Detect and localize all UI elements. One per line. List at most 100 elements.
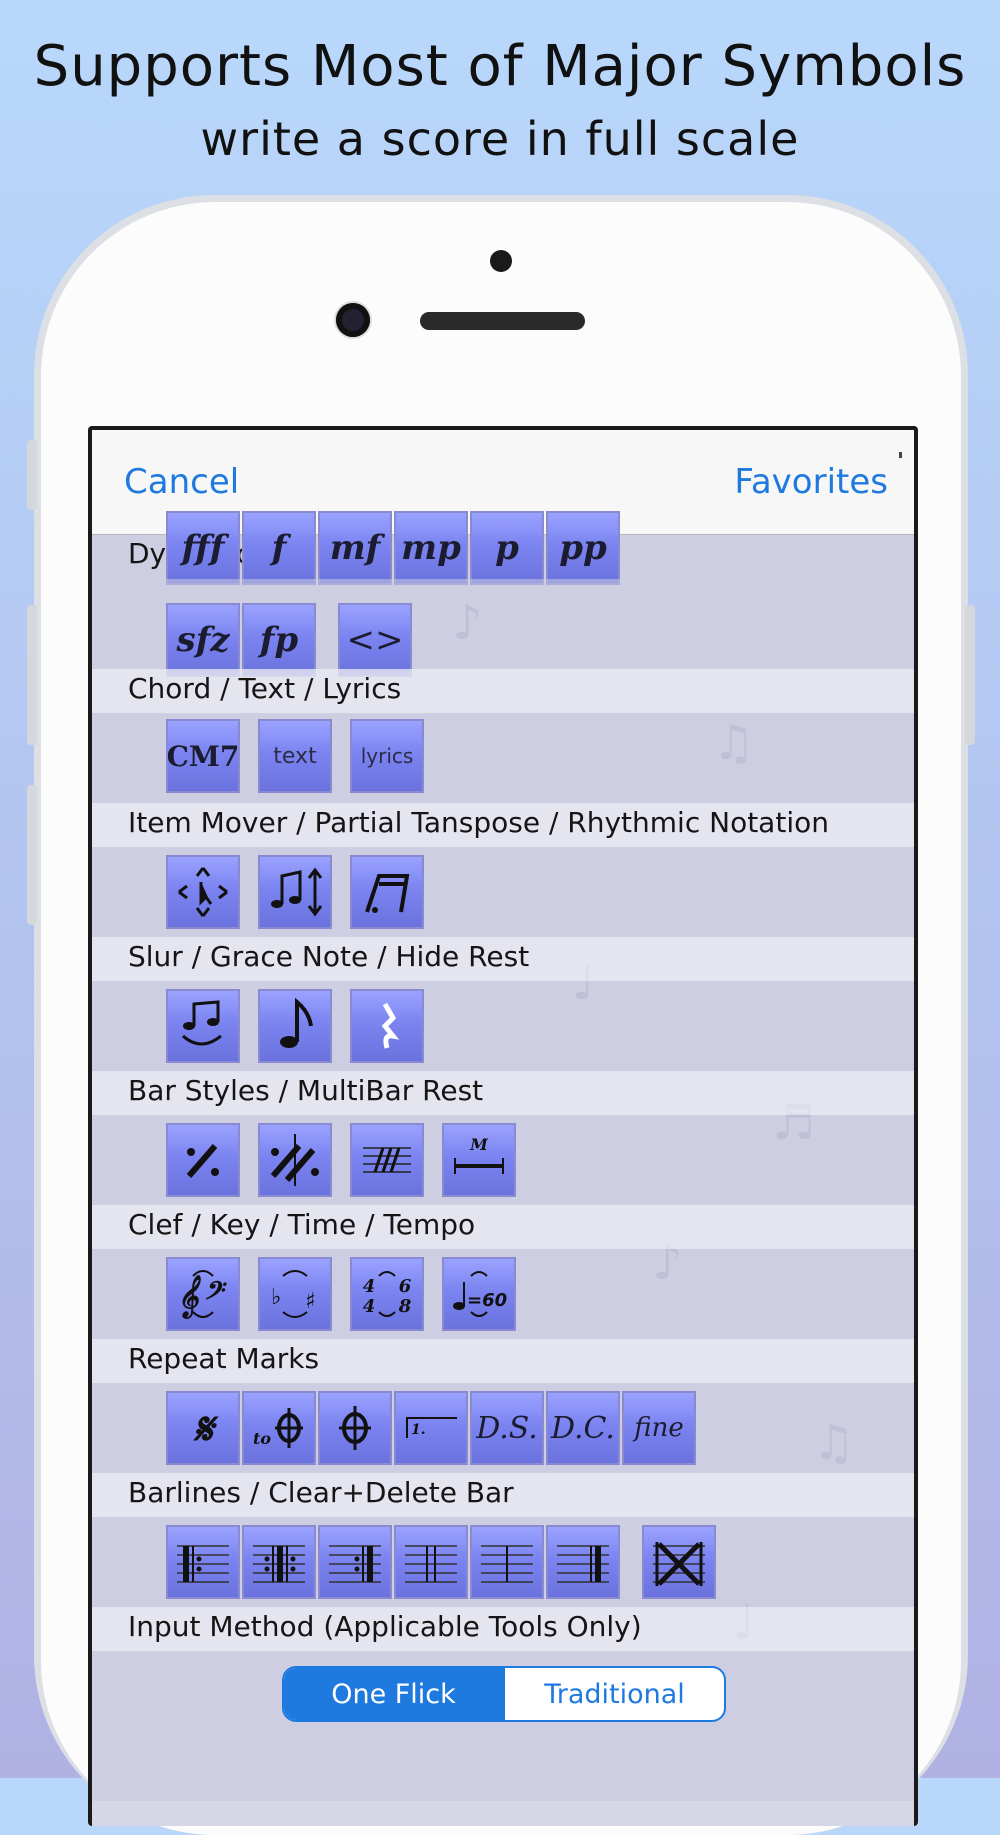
multibar-rest-label: M xyxy=(469,1135,489,1154)
traditional-segment[interactable]: Traditional xyxy=(503,1668,724,1720)
key-signature-button[interactable]: ♭ ♯ xyxy=(258,1257,332,1331)
repeat-start-icon xyxy=(177,1545,229,1583)
one-flick-segment[interactable]: One Flick xyxy=(284,1668,503,1720)
dynamic-pp-button[interactable]: pp xyxy=(546,511,620,585)
slash-bar-button[interactable] xyxy=(350,1123,424,1197)
slur-button[interactable] xyxy=(166,989,240,1063)
volta-label: 1. xyxy=(411,1422,426,1438)
rhythmic-notation-button[interactable] xyxy=(350,855,424,929)
segno-button[interactable]: 𝄋 xyxy=(166,1391,240,1465)
time-sig-b-top: 6 xyxy=(399,1276,412,1297)
favorites-button[interactable]: Favorites xyxy=(734,462,888,502)
time-sig-b-bottom: 8 xyxy=(398,1296,412,1317)
partial-transpose-button[interactable] xyxy=(258,855,332,929)
ds-button[interactable]: D.S. xyxy=(470,1391,544,1465)
section-label-text: Slur / Grace Note / Hide Rest xyxy=(128,940,530,973)
to-coda-label: to xyxy=(253,1429,271,1448)
mute-switch xyxy=(27,440,37,510)
svg-text:𝄢: 𝄢 xyxy=(203,1277,227,1312)
dynamic-mp-button[interactable]: mp xyxy=(394,511,468,585)
fine-button[interactable]: fine xyxy=(622,1391,696,1465)
dynamic-p-button[interactable]: p xyxy=(470,511,544,585)
hide-rest-button[interactable] xyxy=(350,989,424,1063)
grace-note-icon xyxy=(280,997,313,1048)
multibar-rest-button[interactable]: M xyxy=(442,1123,516,1197)
status-mark xyxy=(899,452,902,458)
lyrics-button[interactable]: lyrics xyxy=(350,719,424,793)
time-signature-icon: 4 4 6 8 xyxy=(363,1271,412,1317)
section-label-text: Bar Styles / MultiBar Rest xyxy=(128,1074,484,1107)
trailing-row xyxy=(92,1741,914,1801)
clef-button[interactable]: 𝄞 𝄢 xyxy=(166,1257,240,1331)
app-window: Cancel Favorites ♪ ♫ ♩ ♬ ♪ ♫ ♩ Dynamics … xyxy=(92,430,914,1826)
dynamic-fp-button[interactable]: fp xyxy=(242,603,316,677)
section-label-item-mover: Item Mover / Partial Tanspose / Rhythmic… xyxy=(92,803,914,847)
coda-button[interactable] xyxy=(318,1391,392,1465)
svg-text:♭: ♭ xyxy=(271,1285,281,1310)
to-coda-button[interactable]: to xyxy=(242,1391,316,1465)
single-bar-button[interactable] xyxy=(470,1525,544,1599)
section-label-text: Repeat Marks xyxy=(128,1342,320,1375)
section-label-chord-text-lyrics: Chord / Text / Lyrics xyxy=(92,669,914,713)
key-signature-icon: ♭ ♯ xyxy=(271,1270,316,1318)
phone-screen: Cancel Favorites ♪ ♫ ♩ ♬ ♪ ♫ ♩ Dynamics … xyxy=(88,426,918,1826)
tool-palette: ♪ ♫ ♩ ♬ ♪ ♫ ♩ Dynamics fff f mf mp p pp … xyxy=(92,511,914,1826)
time-sig-a-bottom: 4 xyxy=(363,1296,376,1317)
tempo-icon: =60 xyxy=(453,1271,507,1317)
repeat-both-button[interactable] xyxy=(242,1525,316,1599)
volume-down-button xyxy=(27,785,37,925)
chord-button[interactable]: CM7 xyxy=(166,719,240,793)
dynamic-fff-button[interactable]: fff xyxy=(166,511,240,585)
double-bar-icon xyxy=(405,1545,457,1583)
final-bar-button[interactable] xyxy=(546,1525,620,1599)
power-button xyxy=(965,605,975,745)
repeat-both-icon xyxy=(253,1545,305,1583)
section-label-text: Chord / Text / Lyrics xyxy=(128,672,402,705)
final-bar-icon xyxy=(557,1545,609,1583)
section-label-barlines: Barlines / Clear+Delete Bar xyxy=(92,1473,914,1517)
double-simile-button[interactable] xyxy=(258,1123,332,1197)
partial-transpose-icon xyxy=(271,867,323,917)
dynamic-sfz-button[interactable]: sfz xyxy=(166,603,240,677)
dynamic-mf-button[interactable]: mf xyxy=(318,511,392,585)
cancel-button[interactable]: Cancel xyxy=(124,462,239,502)
dc-button[interactable]: D.C. xyxy=(546,1391,620,1465)
time-sig-a-top: 4 xyxy=(363,1276,376,1297)
volta-icon: 1. xyxy=(406,1417,457,1438)
tempo-button[interactable]: =60 xyxy=(442,1257,516,1331)
svg-text:𝄋: 𝄋 xyxy=(193,1404,220,1455)
single-bar-icon xyxy=(481,1545,533,1583)
input-method-segmented-control: One Flick Traditional xyxy=(282,1666,726,1722)
section-label-bar-styles: Bar Styles / MultiBar Rest xyxy=(92,1071,914,1115)
repeat-end-button[interactable] xyxy=(318,1525,392,1599)
section-label-input-method: Input Method (Applicable Tools Only) xyxy=(92,1607,914,1651)
item-mover-button[interactable] xyxy=(166,855,240,929)
tempo-label: =60 xyxy=(467,1290,507,1311)
repeat-end-icon xyxy=(329,1545,381,1583)
section-label-text: Input Method (Applicable Tools Only) xyxy=(128,1610,642,1643)
clear-delete-bar-icon xyxy=(653,1542,705,1586)
text-button[interactable]: text xyxy=(258,719,332,793)
section-label-text: Item Mover / Partial Tanspose / Rhythmic… xyxy=(128,806,829,839)
dynamic-f-button[interactable]: f xyxy=(242,511,316,585)
item-mover-icon xyxy=(178,867,228,917)
front-camera xyxy=(336,303,370,337)
repeat-start-button[interactable] xyxy=(166,1525,240,1599)
double-simile-icon xyxy=(270,1134,319,1186)
time-signature-button[interactable]: 4 4 6 8 xyxy=(350,1257,424,1331)
simile-button[interactable] xyxy=(166,1123,240,1197)
subheadline: write a score in full scale xyxy=(200,112,800,166)
slur-icon xyxy=(182,1000,222,1046)
hairpin-button[interactable]: <> xyxy=(338,603,412,677)
double-bar-button[interactable] xyxy=(394,1525,468,1599)
volta-button[interactable]: 1. xyxy=(394,1391,468,1465)
segno-icon: 𝄋 xyxy=(193,1404,220,1455)
grace-note-button[interactable] xyxy=(258,989,332,1063)
section-label-text: Barlines / Clear+Delete Bar xyxy=(128,1476,514,1509)
slash-bar-icon xyxy=(363,1147,411,1173)
section-label-text: Clef / Key / Time / Tempo xyxy=(128,1208,476,1241)
headline: Supports Most of Major Symbols xyxy=(33,34,967,99)
section-label-clef-key: Clef / Key / Time / Tempo xyxy=(92,1205,914,1249)
section-label-slur-grace: Slur / Grace Note / Hide Rest xyxy=(92,937,914,981)
clear-delete-bar-button[interactable] xyxy=(642,1525,716,1599)
